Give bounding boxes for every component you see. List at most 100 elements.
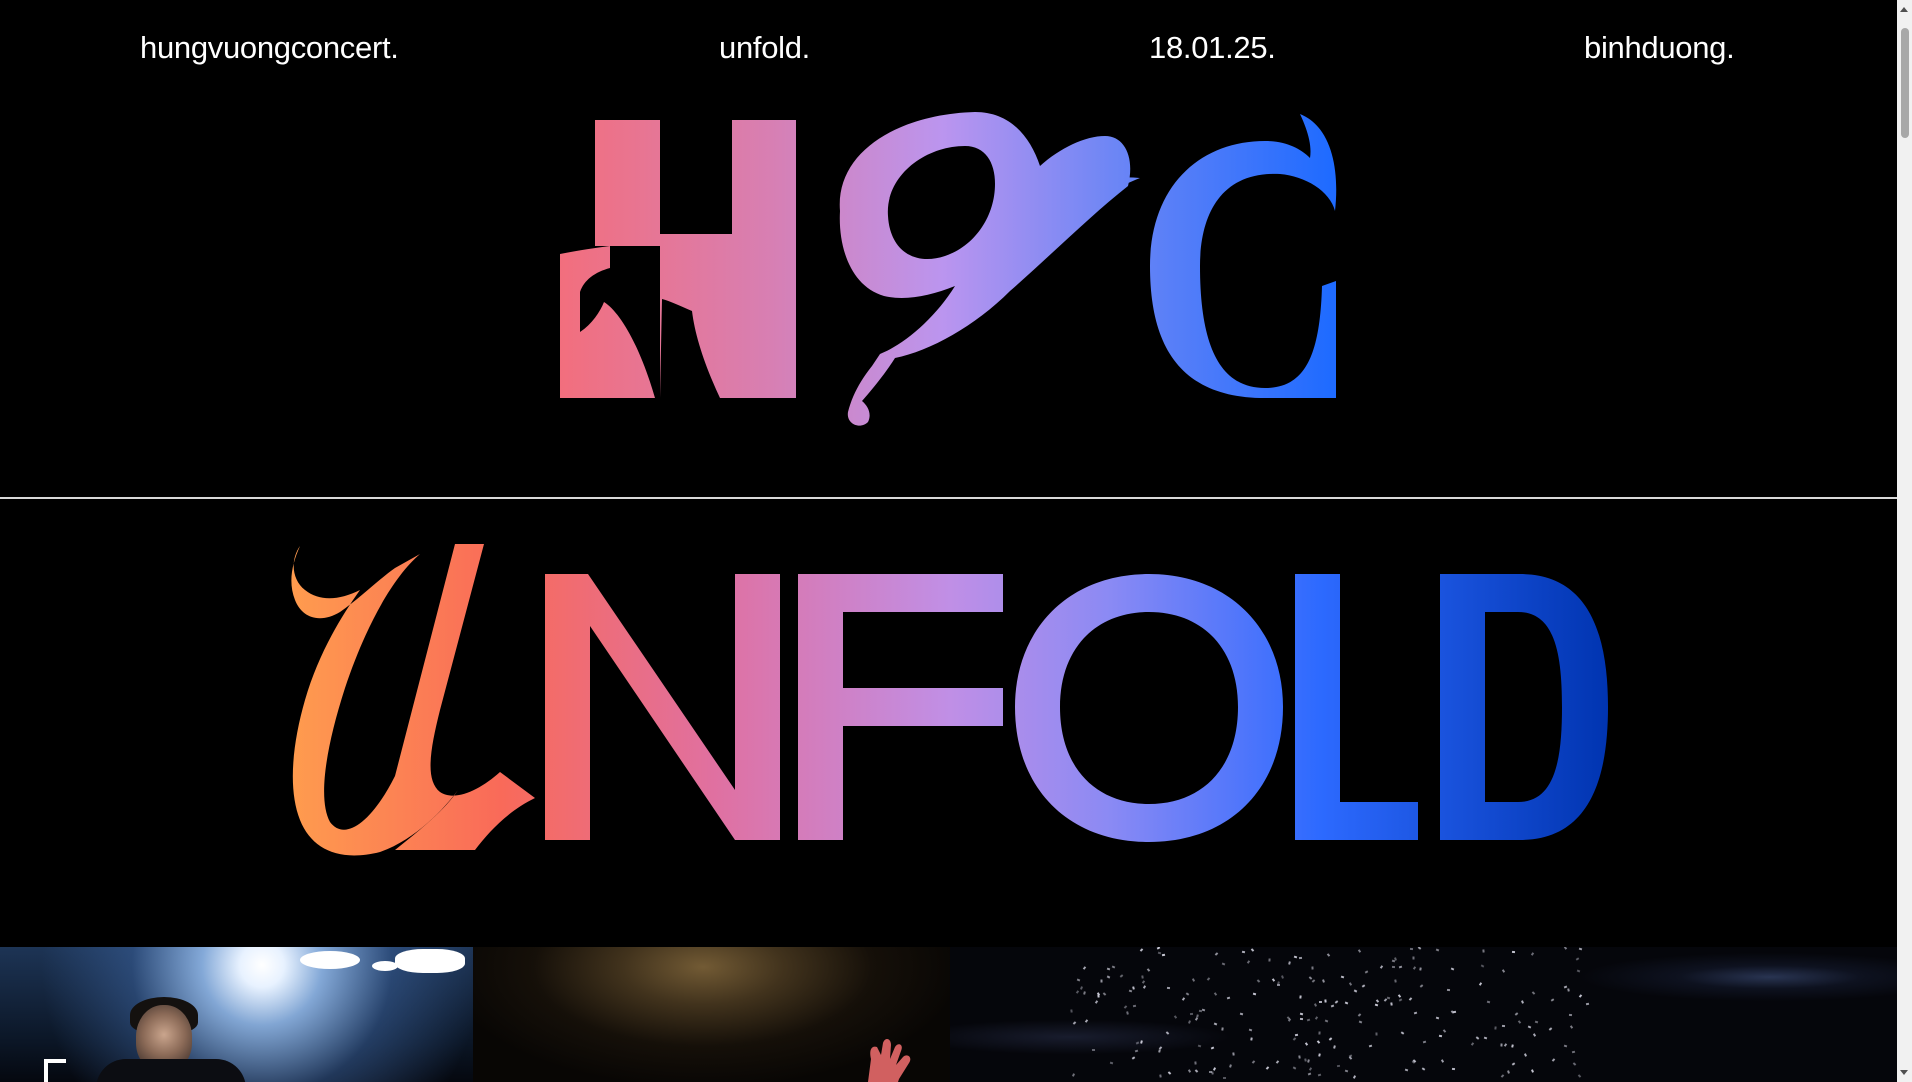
confetti-piece bbox=[1280, 975, 1284, 979]
confetti-piece bbox=[1450, 967, 1455, 971]
scroll-up-arrow-icon[interactable] bbox=[1900, 7, 1908, 12]
confetti-piece bbox=[1585, 1002, 1589, 1005]
confetti-piece bbox=[1563, 947, 1568, 951]
confetti-piece bbox=[1165, 1031, 1169, 1036]
confetti-piece bbox=[1161, 953, 1165, 956]
confetti-piece bbox=[1399, 997, 1403, 1002]
confetti-piece bbox=[1501, 969, 1505, 973]
confetti-piece bbox=[1374, 1003, 1378, 1007]
confetti-piece bbox=[1311, 978, 1316, 983]
concert-photo-confetti[interactable] bbox=[950, 947, 1897, 1082]
confetti-piece bbox=[1572, 1050, 1576, 1054]
confetti-piece bbox=[1288, 961, 1291, 965]
confetti-piece bbox=[1442, 1029, 1447, 1033]
confetti-piece bbox=[1249, 1028, 1253, 1032]
confetti-piece bbox=[1480, 964, 1485, 968]
confetti-piece bbox=[1436, 1016, 1440, 1020]
confetti-piece bbox=[1275, 1059, 1280, 1064]
concert-photo-performer[interactable] bbox=[0, 947, 473, 1082]
confetti-piece bbox=[1398, 965, 1403, 969]
section-divider bbox=[0, 497, 1897, 499]
confetti-piece bbox=[1215, 952, 1219, 956]
confetti-piece bbox=[1240, 1013, 1244, 1016]
confetti-piece bbox=[1167, 1071, 1172, 1075]
confetti-piece bbox=[1228, 1064, 1232, 1068]
confetti-piece bbox=[1307, 1059, 1311, 1064]
confetti-piece bbox=[1324, 1019, 1329, 1023]
confetti-piece bbox=[1504, 1043, 1508, 1047]
confetti-piece bbox=[1573, 1062, 1577, 1066]
raised-hand-icon bbox=[868, 1039, 911, 1082]
confetti-piece bbox=[1085, 1019, 1089, 1024]
confetti-piece bbox=[1421, 1067, 1426, 1071]
stage-graphic-shape bbox=[300, 951, 360, 969]
confetti-piece bbox=[1369, 1044, 1373, 1048]
confetti-piece bbox=[1250, 948, 1255, 953]
confetti-piece bbox=[1094, 999, 1098, 1004]
confetti-piece bbox=[1308, 1072, 1312, 1076]
confetti-piece bbox=[1158, 1074, 1162, 1078]
confetti-piece bbox=[1306, 1018, 1311, 1022]
nav-link-location[interactable]: binhduong. bbox=[1584, 30, 1735, 66]
confetti-piece bbox=[1328, 1037, 1333, 1042]
stage-graphic-shape bbox=[395, 949, 465, 973]
confetti-piece bbox=[1313, 1003, 1317, 1008]
confetti-piece bbox=[1103, 992, 1107, 996]
confetti-piece bbox=[1322, 978, 1325, 983]
confetti-piece bbox=[1194, 1069, 1199, 1074]
unfold-title-logo bbox=[0, 540, 1897, 860]
confetti-piece bbox=[1119, 973, 1124, 978]
concert-photo-stage-smoke[interactable] bbox=[473, 947, 950, 1082]
confetti-piece bbox=[1324, 999, 1327, 1003]
confetti-piece bbox=[1092, 1049, 1096, 1052]
top-navigation: hungvuongconcert. unfold. 18.01.25. binh… bbox=[0, 0, 1897, 100]
confetti-piece bbox=[1112, 965, 1116, 969]
confetti-piece bbox=[1080, 986, 1083, 991]
confetti-piece bbox=[1452, 1010, 1457, 1014]
confetti-piece bbox=[1357, 1013, 1362, 1017]
confetti-piece bbox=[1391, 959, 1396, 963]
confetti-piece bbox=[1531, 991, 1536, 995]
confetti-piece bbox=[1131, 1056, 1136, 1060]
confetti-piece bbox=[1400, 1031, 1405, 1035]
confetti-piece bbox=[1344, 1069, 1348, 1072]
confetti-piece bbox=[1293, 955, 1297, 959]
confetti-piece bbox=[1082, 966, 1086, 970]
confetti-piece bbox=[1308, 1066, 1313, 1071]
confetti-piece bbox=[1252, 992, 1257, 995]
nav-link-unfold[interactable]: unfold. bbox=[719, 30, 810, 66]
confetti-piece bbox=[1501, 1024, 1506, 1028]
confetti-piece bbox=[1298, 995, 1302, 999]
confetti-piece bbox=[1141, 979, 1145, 984]
confetti-piece bbox=[1158, 1046, 1163, 1050]
confetti-piece bbox=[1481, 949, 1485, 953]
stage-graphic-shape bbox=[372, 961, 398, 971]
confetti-piece bbox=[1293, 1066, 1297, 1070]
confetti-piece bbox=[1548, 1026, 1552, 1031]
confetti-piece bbox=[1376, 999, 1380, 1004]
confetti-piece bbox=[1318, 1031, 1321, 1035]
unfold-title-svg bbox=[291, 544, 1608, 856]
confetti-piece bbox=[1246, 959, 1250, 964]
confetti-piece bbox=[1531, 1069, 1535, 1073]
confetti-piece bbox=[1191, 978, 1196, 982]
scrollbar-thumb[interactable] bbox=[1901, 28, 1909, 138]
confetti-piece bbox=[1190, 1013, 1194, 1016]
confetti-piece bbox=[1414, 1011, 1418, 1015]
confetti-piece bbox=[1349, 982, 1353, 987]
confetti-piece bbox=[1578, 993, 1583, 998]
confetti-piece bbox=[1408, 997, 1413, 1001]
confetti-piece bbox=[1266, 1066, 1270, 1070]
scroll-down-arrow-icon[interactable] bbox=[1900, 1070, 1908, 1075]
confetti-piece bbox=[1379, 964, 1383, 969]
confetti-piece bbox=[1393, 979, 1397, 983]
confetti-piece bbox=[1478, 982, 1482, 987]
nav-link-date[interactable]: 18.01.25. bbox=[1149, 30, 1276, 66]
confetti-piece bbox=[1158, 1049, 1162, 1054]
confetti-piece bbox=[1436, 948, 1440, 952]
confetti-piece bbox=[1298, 956, 1303, 959]
vertical-scrollbar[interactable] bbox=[1897, 0, 1912, 1082]
nav-link-hungvuongconcert[interactable]: hungvuongconcert. bbox=[140, 30, 399, 66]
confetti-piece bbox=[1304, 1042, 1308, 1046]
confetti-piece bbox=[1471, 1041, 1475, 1046]
